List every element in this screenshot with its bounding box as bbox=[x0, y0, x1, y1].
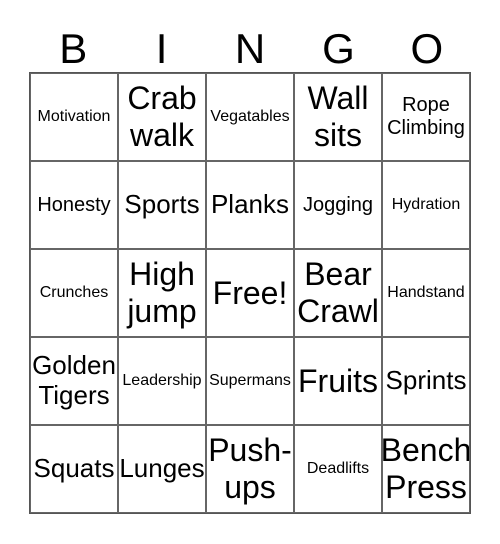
header-letter-b: B bbox=[59, 25, 88, 72]
bingo-cell-label: Free! bbox=[212, 274, 288, 311]
bingo-cell-label: Honesty bbox=[37, 193, 111, 216]
bingo-cell-label: Sprints bbox=[385, 365, 467, 396]
bingo-cell-label: Fruits bbox=[298, 362, 378, 399]
bingo-cell[interactable]: Squats bbox=[30, 425, 118, 513]
bingo-cell-label: Squats bbox=[33, 453, 115, 484]
bingo-cell-label: Golden Tigers bbox=[32, 350, 116, 410]
bingo-cell-label: Vegatables bbox=[210, 107, 290, 125]
bingo-cell[interactable]: Honesty bbox=[30, 161, 118, 249]
bingo-cell-label: Bear Crawl bbox=[297, 256, 379, 329]
bingo-cell-label: Jogging bbox=[302, 193, 374, 216]
bingo-cell[interactable]: Handstand bbox=[382, 249, 470, 337]
header-letter-o: O bbox=[410, 25, 444, 72]
bingo-cell[interactable]: Crab walk bbox=[118, 73, 206, 161]
bingo-cell-label: Wall sits bbox=[307, 80, 369, 153]
bingo-cell-label: Motivation bbox=[37, 107, 111, 125]
bingo-cell-label: Handstand bbox=[387, 283, 465, 301]
bingo-cell-label: Crab walk bbox=[127, 80, 197, 153]
bingo-cell[interactable]: Fruits bbox=[294, 337, 382, 425]
bingo-cell-label: Planks bbox=[210, 189, 290, 220]
bingo-cell[interactable]: High jump bbox=[118, 249, 206, 337]
bingo-cell[interactable]: Deadlifts bbox=[294, 425, 382, 513]
bingo-cell[interactable]: Hydration bbox=[382, 161, 470, 249]
bingo-cell[interactable]: Wall sits bbox=[294, 73, 382, 161]
bingo-cell[interactable]: Lunges bbox=[118, 425, 206, 513]
bingo-cell-label: High jump bbox=[127, 256, 197, 329]
bingo-cell-label: Sports bbox=[124, 189, 200, 220]
bingo-cell[interactable]: Sprints bbox=[382, 337, 470, 425]
bingo-cell[interactable]: Push-ups bbox=[206, 425, 294, 513]
bingo-cell[interactable]: Crunches bbox=[30, 249, 118, 337]
bingo-cell[interactable]: Jogging bbox=[294, 161, 382, 249]
bingo-cell-label: Supermans bbox=[209, 371, 291, 389]
bingo-cell-label: Bench Press bbox=[382, 432, 470, 505]
bingo-cell[interactable]: Golden Tigers bbox=[30, 337, 118, 425]
bingo-cell-label: Rope Climbing bbox=[387, 94, 465, 139]
bingo-cell[interactable]: Bench Press bbox=[382, 425, 470, 513]
bingo-cell[interactable]: Supermans bbox=[206, 337, 294, 425]
header-letter-g: G bbox=[322, 25, 355, 72]
bingo-cell-label: Hydration bbox=[391, 195, 461, 213]
bingo-cell[interactable]: Sports bbox=[118, 161, 206, 249]
bingo-cell[interactable]: Vegatables bbox=[206, 73, 294, 161]
bingo-cell[interactable]: Motivation bbox=[30, 73, 118, 161]
bingo-cell[interactable]: Bear Crawl bbox=[294, 249, 382, 337]
header-letter-i: I bbox=[155, 25, 168, 72]
bingo-cell[interactable]: Rope Climbing bbox=[382, 73, 470, 161]
bingo-cell[interactable]: Planks bbox=[206, 161, 294, 249]
bingo-cell[interactable]: Free! bbox=[206, 249, 294, 337]
bingo-cell-label: Push-ups bbox=[208, 432, 292, 505]
bingo-card-grid: Motivation Crab walk Vegatables Wall sits Ro… bbox=[29, 72, 471, 514]
bingo-header: B I N G O bbox=[29, 26, 471, 72]
bingo-cell[interactable]: Leadership bbox=[118, 337, 206, 425]
bingo-cell-label: Crunches bbox=[39, 283, 109, 301]
header-letter-n: N bbox=[234, 25, 266, 72]
bingo-cell-label: Lunges bbox=[119, 453, 205, 484]
bingo-cell-label: Leadership bbox=[122, 371, 202, 389]
bingo-cell-label: Deadlifts bbox=[306, 459, 370, 477]
